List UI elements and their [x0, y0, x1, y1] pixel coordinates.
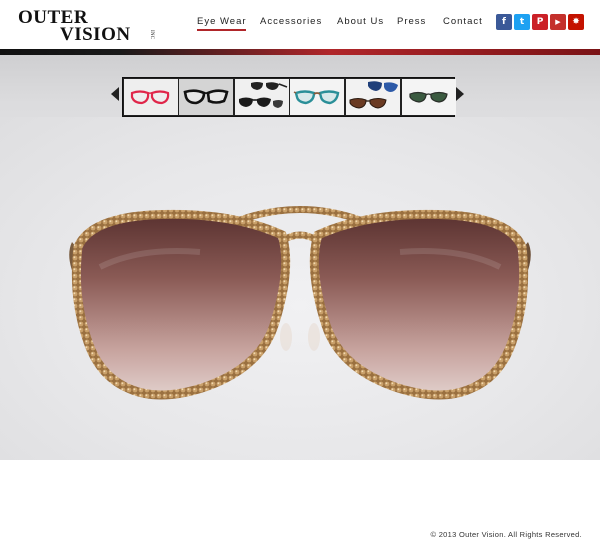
youtube-icon[interactable]: ▶: [550, 14, 566, 30]
pinterest-icon[interactable]: P: [532, 14, 548, 30]
thumbnail-strip: [122, 77, 456, 117]
thumb-green-sunglasses[interactable]: [402, 79, 456, 115]
yelp-icon[interactable]: ✸: [568, 14, 584, 30]
nav-contact[interactable]: Contact: [443, 16, 483, 27]
facebook-icon[interactable]: f: [496, 14, 512, 30]
thumb-teal-frames[interactable]: [290, 79, 344, 115]
copyright-text: © 2013 Outer Vision. All Rights Reserved…: [430, 530, 582, 539]
site-logo[interactable]: OUTER VISION INC: [18, 8, 154, 45]
logo-line-vision: VISION: [60, 24, 131, 45]
next-arrow-icon[interactable]: [456, 87, 464, 101]
site-header: OUTER VISION INC Eye Wear Accessories Ab…: [0, 0, 600, 50]
thumb-red-frames[interactable]: [124, 79, 178, 115]
twitter-icon[interactable]: t: [514, 14, 530, 30]
nav-press[interactable]: Press: [397, 16, 426, 27]
gallery-stage: [0, 55, 600, 460]
thumb-blue-brown-sunglasses[interactable]: [346, 79, 400, 115]
nav-accessories[interactable]: Accessories: [260, 16, 322, 27]
main-product-image: [69, 206, 531, 400]
nav-about-us[interactable]: About Us: [337, 16, 384, 27]
nav-eye-wear[interactable]: Eye Wear: [197, 16, 247, 27]
thumb-black-sunglasses-pair[interactable]: [235, 79, 289, 115]
site-footer: © 2013 Outer Vision. All Rights Reserved…: [0, 460, 600, 554]
thumb-black-cateye[interactable]: [179, 79, 233, 115]
logo-suffix: INC: [149, 30, 154, 40]
previous-arrow-icon[interactable]: [111, 87, 119, 101]
nav-active-underline: [197, 29, 246, 31]
